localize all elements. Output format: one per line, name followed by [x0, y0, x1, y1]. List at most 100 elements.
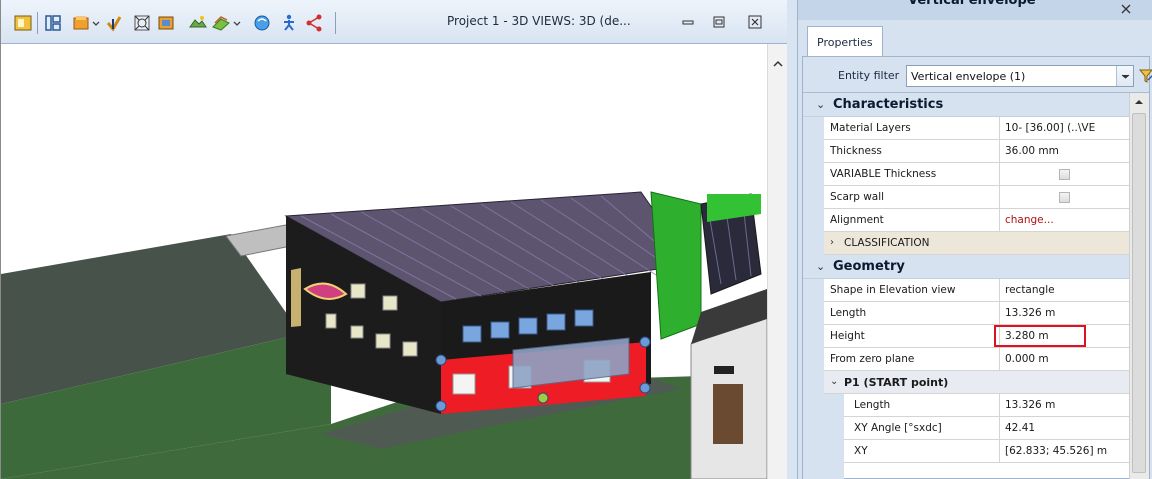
select-tool-icon[interactable]: [104, 13, 124, 33]
scroll-up-icon[interactable]: [1133, 97, 1145, 107]
property-name: Scarp wall: [830, 186, 1000, 208]
section-characteristics[interactable]: ⌄ Characteristics: [803, 93, 1129, 117]
property-row[interactable]: Shape in Elevation view rectangle: [824, 279, 1129, 302]
property-row[interactable]: From zero plane 0.000 m: [824, 348, 1129, 371]
section-title: Geometry: [833, 259, 905, 274]
chevron-down-icon: ⌄: [816, 260, 826, 273]
maximize-icon[interactable]: [710, 14, 728, 30]
zoom-extents-icon[interactable]: [132, 13, 152, 33]
display-mode-icon[interactable]: [71, 13, 91, 33]
subsection-classification[interactable]: › CLASSIFICATION: [824, 232, 1129, 255]
property-name: Thickness: [830, 140, 1000, 162]
property-value: 13.326 m: [1005, 307, 1056, 319]
minimize-icon[interactable]: [679, 14, 697, 30]
property-row[interactable]: Material Layers 10- [36.00] (..\VE: [824, 117, 1129, 140]
property-value: rectangle: [1005, 284, 1055, 296]
toolbar-separator: [335, 12, 336, 34]
filter-icon[interactable]: [1138, 67, 1152, 85]
property-row[interactable]: XY [62.833; 45.526] m: [844, 440, 1129, 463]
property-row[interactable]: Height 3.280 m: [824, 325, 1129, 348]
chevron-down-icon[interactable]: [232, 13, 242, 33]
chevron-down-icon: ⌄: [830, 376, 839, 387]
sun-light-icon[interactable]: [252, 13, 272, 33]
property-name: Length: [854, 394, 1000, 416]
section-geometry[interactable]: ⌄ Geometry: [803, 255, 1129, 279]
3d-viewport[interactable]: [1, 44, 767, 479]
property-name: Shape in Elevation view: [830, 279, 1000, 301]
chevron-right-icon: ›: [830, 237, 834, 248]
property-name: Alignment: [830, 209, 1000, 231]
walkthrough-icon[interactable]: [279, 13, 299, 33]
property-row[interactable]: XY Angle [°sxdc] 42.41: [844, 417, 1129, 440]
property-value: 36.00 mm: [1005, 145, 1059, 157]
entity-filter-row: Entity filter Vertical envelope (1): [803, 57, 1152, 93]
chevron-down-icon: ⌄: [816, 98, 826, 111]
properties-body: Entity filter Vertical envelope (1) ⌄ Ch…: [802, 56, 1152, 479]
row-gutter: [803, 232, 824, 255]
row-gutter: [824, 394, 844, 479]
3d-scene: [1, 191, 767, 479]
layout-icon[interactable]: [43, 13, 63, 33]
property-name: Length: [830, 302, 1000, 324]
3d-view-window: Project 1 - 3D VIEWS: 3D (de...: [0, 0, 788, 479]
panel-splitter[interactable]: [787, 0, 797, 479]
properties-scrollbar[interactable]: [1129, 93, 1149, 479]
property-value: [62.833; 45.526] m: [1005, 445, 1108, 457]
render-icon[interactable]: [156, 13, 176, 33]
property-name: VARIABLE Thickness: [830, 163, 1000, 185]
alignment-change-link[interactable]: change...: [1000, 209, 1129, 231]
subsection-label: P1 (START point): [844, 376, 949, 389]
scrollbar-thumb[interactable]: [1132, 113, 1146, 473]
facade-trim: [291, 268, 301, 327]
toolbar-separator: [37, 12, 38, 34]
property-value: 10- [36.00] (..\VE: [1005, 122, 1096, 134]
scarp-wall-checkbox[interactable]: [1059, 192, 1070, 203]
variable-thickness-checkbox[interactable]: [1059, 169, 1070, 180]
section-title: Characteristics: [833, 97, 944, 112]
dropdown-arrow[interactable]: [1116, 66, 1133, 86]
entity-filter-value: Vertical envelope (1): [911, 70, 1026, 83]
property-row[interactable]: Length 13.326 m: [844, 394, 1129, 417]
row-gutter: [803, 117, 824, 233]
property-name: From zero plane: [830, 348, 1000, 370]
property-row[interactable]: Length 13.326 m: [824, 302, 1129, 325]
view-toolbar: Project 1 - 3D VIEWS: 3D (de...: [1, 0, 788, 44]
entity-filter-label: Entity filter: [838, 69, 900, 82]
share-icon[interactable]: [304, 13, 324, 33]
entity-filter-dropdown[interactable]: Vertical envelope (1): [906, 65, 1134, 87]
subsection-p1-start-point[interactable]: ⌄ P1 (START point): [824, 371, 1129, 394]
neighbor-door: [713, 384, 743, 444]
subsection-label: CLASSIFICATION: [844, 237, 930, 249]
property-value: 42.41: [1005, 422, 1036, 434]
height-highlight-box: [994, 325, 1086, 347]
view-window-title: Project 1 - 3D VIEWS: 3D (de...: [447, 14, 631, 28]
property-name: XY: [854, 440, 1000, 462]
green-wall-element: [650, 191, 702, 340]
property-name: Material Layers: [830, 117, 1000, 139]
property-row[interactable]: Scarp wall: [824, 186, 1129, 209]
property-value: 13.326 m: [1005, 399, 1056, 411]
property-row[interactable]: VARIABLE Thickness: [824, 163, 1129, 186]
close-icon[interactable]: [1119, 2, 1133, 16]
property-row[interactable]: Alignment change...: [824, 209, 1129, 232]
property-name: Height: [830, 325, 1000, 347]
terrain-icon[interactable]: [188, 13, 208, 33]
row-gutter: [803, 279, 824, 479]
close-icon[interactable]: [746, 14, 764, 30]
layers-icon[interactable]: [211, 13, 231, 33]
panel-header-title: Vertical envelope: [908, 0, 1036, 8]
property-name: XY Angle [°sxdc]: [854, 417, 1000, 439]
property-row[interactable]: Thickness 36.00 mm: [824, 140, 1129, 163]
view-options-icon[interactable]: [13, 13, 33, 33]
vertical-scrollbar[interactable]: [767, 44, 788, 479]
property-value: 0.000 m: [1005, 353, 1049, 365]
chevron-down-icon[interactable]: [91, 13, 101, 33]
chevron-down-icon: [1121, 74, 1130, 79]
app-root: Project 1 - 3D VIEWS: 3D (de... Vertical…: [0, 0, 1152, 479]
panel-header: Vertical envelope: [798, 0, 1152, 20]
properties-panel: Vertical envelope Properties Entity filt…: [797, 0, 1152, 479]
scroll-up-icon[interactable]: [771, 58, 785, 70]
neighbor-sign: [714, 366, 734, 374]
tab-properties[interactable]: Properties: [807, 26, 883, 56]
property-grid: ⌄ Characteristics Material Layers 10- [3…: [803, 93, 1129, 479]
